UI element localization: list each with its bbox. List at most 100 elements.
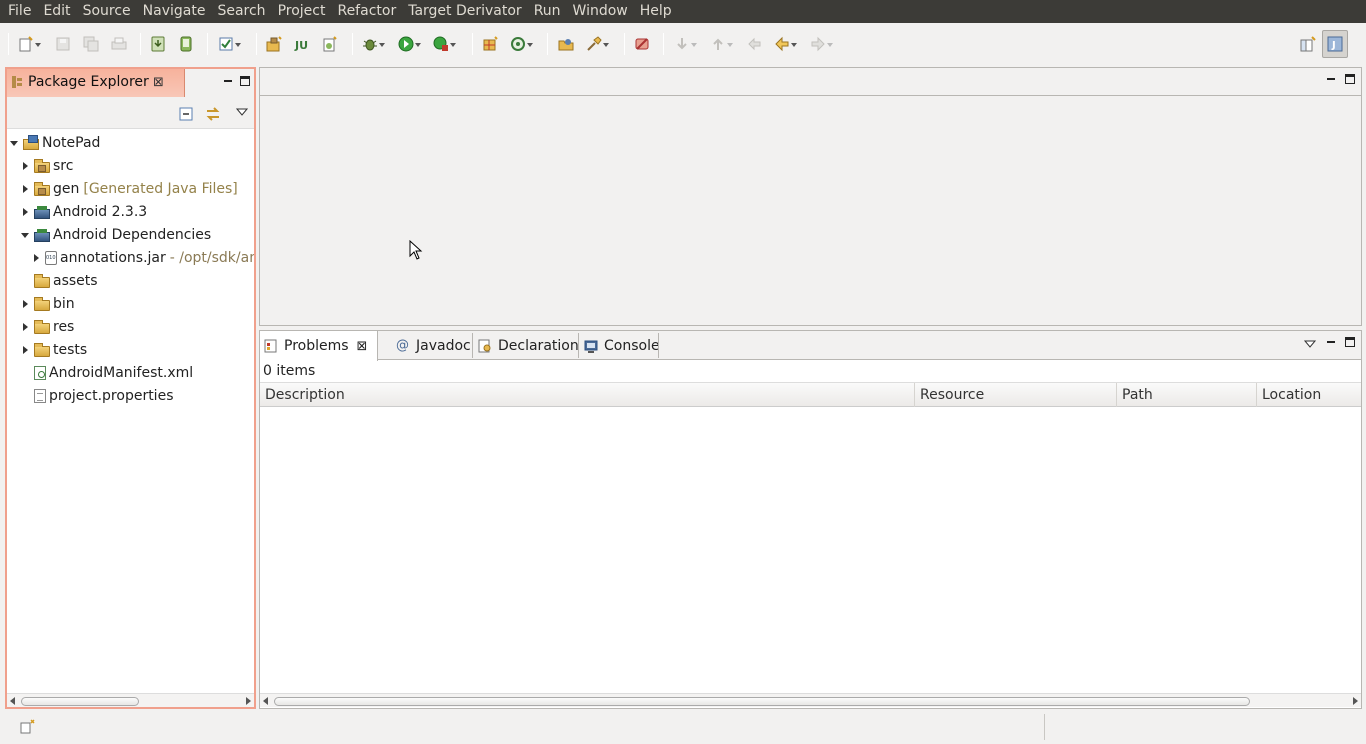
source-folder-icon (34, 159, 50, 173)
tree-item-android-2-3-3[interactable]: Android 2.3.3 (21, 201, 147, 223)
menu-target-derivator[interactable]: Target Derivator (402, 0, 527, 23)
close-icon[interactable]: ⊠ (153, 75, 164, 90)
maximize-button[interactable] (1345, 337, 1355, 347)
scroll-right-icon[interactable] (1353, 697, 1358, 705)
java-perspective-button[interactable]: J (1322, 30, 1348, 58)
skip-breakpoints-button[interactable] (634, 34, 650, 54)
save-all-button[interactable] (83, 34, 99, 54)
expand-twisty[interactable] (21, 184, 31, 194)
horizontal-scrollbar[interactable] (260, 693, 1361, 707)
forward-button[interactable] (810, 34, 834, 54)
expand-twisty[interactable] (21, 322, 31, 332)
fast-view-icon[interactable] (20, 719, 36, 735)
tree-item-annotations-jar[interactable]: annotations.jar - /opt/sdk/an (32, 247, 254, 269)
new-java-class-button[interactable] (482, 34, 498, 54)
expand-twisty[interactable] (21, 207, 31, 217)
menu-run[interactable]: Run (528, 0, 567, 23)
search-button[interactable] (586, 34, 610, 54)
chevron-down-icon[interactable] (790, 36, 798, 52)
tab-console[interactable]: Console (580, 331, 660, 360)
last-edit-button[interactable] (746, 34, 762, 54)
next-annotation-button[interactable] (674, 34, 698, 54)
new-button[interactable] (18, 34, 42, 54)
expand-twisty[interactable] (32, 253, 42, 263)
menu-edit[interactable]: Edit (37, 0, 76, 23)
tab-javadoc[interactable]: @ Javadoc (392, 331, 471, 360)
tree-item-notepad[interactable]: NotePad (10, 132, 100, 154)
menu-file[interactable]: File (2, 0, 37, 23)
tree-item-android-dependencies[interactable]: Android Dependencies (21, 224, 211, 246)
chevron-down-icon[interactable] (602, 36, 610, 52)
avd-manager-button[interactable] (178, 34, 194, 54)
print-button[interactable] (111, 34, 127, 54)
chevron-down-icon[interactable] (526, 36, 534, 52)
horizontal-scrollbar[interactable] (7, 693, 254, 707)
expand-twisty[interactable] (10, 138, 20, 148)
run-external-button[interactable] (433, 34, 457, 54)
tab-declaration[interactable]: Declaration (474, 331, 579, 360)
tree-item-tests[interactable]: tests (21, 339, 87, 361)
chevron-down-icon[interactable] (826, 36, 834, 52)
menu-refactor[interactable]: Refactor (331, 0, 402, 23)
minimize-button[interactable] (1326, 74, 1336, 84)
view-menu-icon[interactable] (1303, 337, 1317, 348)
expand-twisty[interactable] (21, 230, 31, 240)
expand-twisty[interactable] (21, 299, 31, 309)
menu-navigate[interactable]: Navigate (137, 0, 212, 23)
collapse-all-icon[interactable] (179, 107, 193, 121)
tree-item-assets[interactable]: assets (34, 270, 98, 292)
new-android-test-button[interactable] (322, 34, 338, 54)
scroll-left-icon[interactable] (10, 697, 15, 705)
expand-twisty[interactable] (21, 161, 31, 171)
expand-twisty[interactable] (21, 345, 31, 355)
chevron-down-icon[interactable] (414, 36, 422, 52)
save-button[interactable] (55, 34, 71, 54)
tree-item-gen[interactable]: gen [Generated Java Files] (21, 178, 238, 200)
maximize-button[interactable] (240, 76, 250, 86)
tab-problems[interactable]: Problems ⊠ (260, 331, 378, 361)
tree-item-androidmanifest[interactable]: AndroidManifest.xml (34, 362, 193, 384)
open-perspective-button[interactable] (1300, 34, 1316, 54)
view-menu-icon[interactable] (235, 105, 249, 116)
bottom-view-tabbar: Problems ⊠ @ Javadoc Declaration Console (260, 331, 1361, 361)
minimize-button[interactable] (1326, 337, 1336, 347)
column-resource[interactable]: Resource (915, 383, 1117, 407)
link-with-editor-icon[interactable] (205, 106, 221, 122)
task-button[interactable] (218, 34, 242, 54)
open-type-button[interactable] (558, 34, 574, 54)
menu-source[interactable]: Source (77, 0, 137, 23)
maximize-button[interactable] (1345, 74, 1355, 84)
close-icon[interactable]: ⊠ (357, 339, 368, 354)
menu-project[interactable]: Project (272, 0, 332, 23)
chevron-down-icon[interactable] (449, 36, 457, 52)
tab-package-explorer[interactable]: Package Explorer ⊠ (7, 69, 185, 97)
chevron-down-icon[interactable] (726, 36, 734, 52)
new-java-package-button[interactable] (266, 34, 282, 54)
menu-search[interactable]: Search (211, 0, 271, 23)
menu-window[interactable]: Window (567, 0, 634, 23)
back-button[interactable] (774, 34, 798, 54)
scroll-right-icon[interactable] (246, 697, 251, 705)
debug-button[interactable] (362, 34, 386, 54)
column-description[interactable]: Description (260, 383, 915, 407)
tree-item-res[interactable]: res (21, 316, 74, 338)
chevron-down-icon[interactable] (378, 36, 386, 52)
run-button[interactable] (398, 34, 422, 54)
minimize-button[interactable] (223, 76, 233, 86)
previous-annotation-button[interactable] (710, 34, 734, 54)
column-path[interactable]: Path (1117, 383, 1257, 407)
scrollbar-thumb[interactable] (274, 697, 1250, 706)
tree-item-bin[interactable]: bin (21, 293, 75, 315)
refresh-button[interactable] (510, 34, 534, 54)
new-junit-button[interactable]: JU (294, 34, 310, 54)
scrollbar-thumb[interactable] (21, 697, 139, 706)
column-location[interactable]: Location (1257, 383, 1361, 407)
android-sdk-manager-button[interactable] (150, 34, 166, 54)
chevron-down-icon[interactable] (234, 36, 242, 52)
chevron-down-icon[interactable] (34, 36, 42, 52)
scroll-left-icon[interactable] (263, 697, 268, 705)
tree-item-project-properties[interactable]: project.properties (34, 385, 173, 407)
chevron-down-icon[interactable] (690, 36, 698, 52)
menu-help[interactable]: Help (634, 0, 678, 23)
tree-item-src[interactable]: src (21, 155, 73, 177)
